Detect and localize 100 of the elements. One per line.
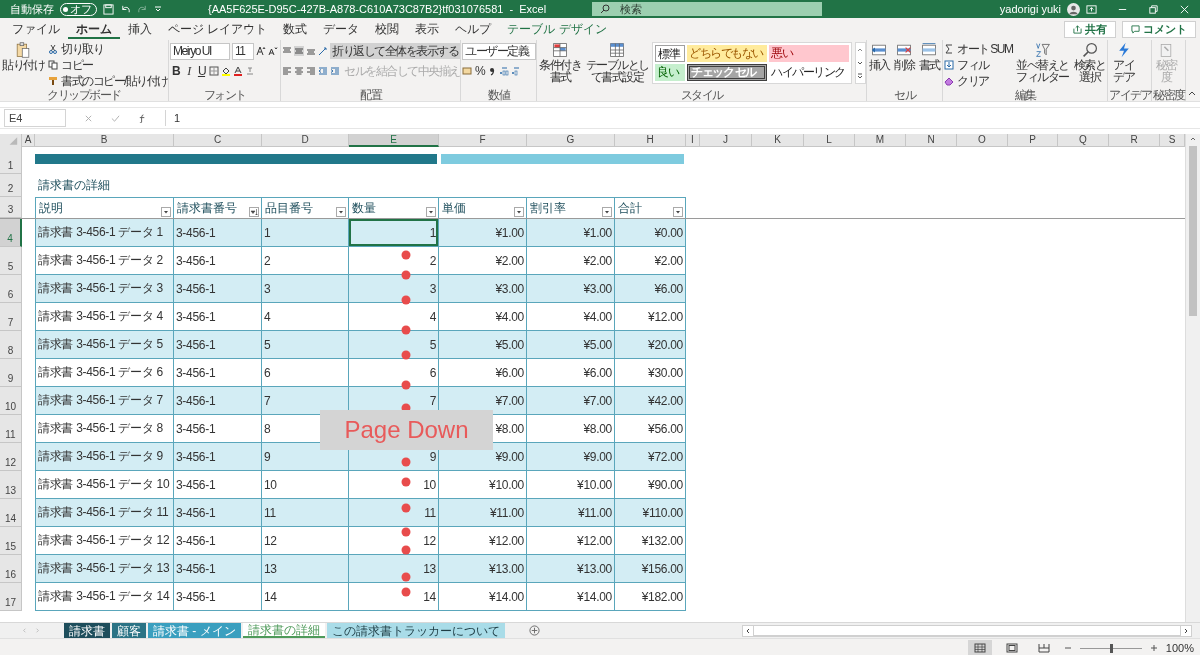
column-header[interactable]: S bbox=[1160, 134, 1185, 147]
column-header[interactable]: P bbox=[1008, 134, 1058, 147]
avatar-icon[interactable] bbox=[1067, 2, 1080, 16]
row-header[interactable]: 8 bbox=[0, 331, 22, 359]
undo-icon[interactable] bbox=[120, 3, 131, 15]
column-header[interactable]: F bbox=[439, 134, 527, 147]
row-header[interactable]: 3 bbox=[0, 197, 22, 218]
bottom-align-icon[interactable] bbox=[306, 46, 316, 56]
search-field[interactable]: 検索 bbox=[592, 2, 823, 16]
scrollbar-thumb[interactable] bbox=[1189, 146, 1197, 316]
formula-field[interactable]: 1 bbox=[165, 110, 1196, 126]
column-header[interactable]: G bbox=[527, 134, 615, 147]
cell-style-option[interactable]: 良い bbox=[655, 64, 685, 81]
column-header[interactable]: L bbox=[804, 134, 855, 147]
ribbon-tab[interactable]: ホーム bbox=[68, 19, 120, 39]
comma-style-icon[interactable] bbox=[487, 66, 497, 76]
sort-filter-button[interactable]: 並べ替えとフィルター bbox=[1015, 42, 1070, 89]
more-icon[interactable] bbox=[856, 72, 864, 81]
delete-button[interactable]: 削除 bbox=[893, 42, 915, 89]
scroll-down-icon[interactable] bbox=[856, 59, 864, 67]
horizontal-scrollbar[interactable] bbox=[742, 624, 1192, 637]
ribbon-tab[interactable]: ファイル bbox=[4, 19, 68, 39]
row-header[interactable]: 10 bbox=[0, 387, 22, 415]
sheet-tab[interactable]: 請求書の詳細 bbox=[242, 623, 325, 638]
ideas-button[interactable]: アイデア bbox=[1109, 42, 1139, 89]
autosum-button[interactable]: オート SUM bbox=[944, 42, 1013, 56]
row-header[interactable]: 9 bbox=[0, 359, 22, 387]
vertical-scrollbar[interactable] bbox=[1185, 134, 1200, 622]
restore-icon[interactable] bbox=[1148, 3, 1159, 15]
column-header[interactable]: E bbox=[349, 134, 439, 147]
filter-button[interactable] bbox=[673, 207, 683, 217]
ribbon-tab[interactable]: テーブル デザイン bbox=[499, 19, 615, 39]
orientation-icon[interactable] bbox=[318, 46, 328, 56]
row-header[interactable]: 5 bbox=[0, 247, 22, 275]
conditional-formatting-button[interactable]: 条件付き書式 bbox=[538, 42, 582, 89]
clear-button[interactable]: クリア bbox=[944, 74, 989, 88]
filter-button[interactable] bbox=[161, 207, 171, 217]
column-header[interactable]: D bbox=[262, 134, 349, 147]
filter-button[interactable] bbox=[514, 207, 524, 217]
customize-caret-icon[interactable] bbox=[154, 5, 162, 13]
fill-color-icon[interactable] bbox=[221, 66, 231, 76]
currency-icon[interactable] bbox=[462, 66, 472, 76]
font-color-icon[interactable] bbox=[233, 66, 243, 76]
column-header[interactable]: H bbox=[615, 134, 686, 147]
paste-button[interactable]: 貼り付け bbox=[1, 42, 45, 89]
font-name-field[interactable]: Meiryo UI bbox=[170, 42, 230, 60]
ribbon-tab[interactable]: 挿入 bbox=[120, 19, 160, 39]
cell-style-option[interactable]: どちらでもない bbox=[687, 45, 767, 62]
normal-view-button[interactable] bbox=[967, 640, 992, 655]
column-header[interactable]: Q bbox=[1058, 134, 1109, 147]
font-size-field[interactable]: 11 bbox=[232, 42, 254, 60]
bold-button[interactable]: B bbox=[170, 64, 181, 78]
share-button[interactable]: 共有 bbox=[1064, 20, 1116, 38]
find-select-button[interactable]: 検索と選択 bbox=[1072, 42, 1107, 89]
zoom-slider[interactable] bbox=[1109, 643, 1113, 653]
number-format-field[interactable]: ユーザー定義 bbox=[462, 42, 536, 60]
sorted-filter-button[interactable] bbox=[249, 207, 259, 217]
collapse-ribbon-icon[interactable] bbox=[1188, 89, 1196, 97]
comments-button[interactable]: コメント bbox=[1122, 20, 1196, 38]
top-align-icon[interactable] bbox=[282, 46, 292, 56]
sheet-tab[interactable]: 顧客 bbox=[112, 623, 146, 638]
decrease-decimal-icon[interactable] bbox=[511, 66, 521, 76]
column-header[interactable]: B bbox=[35, 134, 174, 147]
row-header[interactable]: 1 bbox=[0, 147, 22, 174]
ribbon-tab[interactable]: 校閲 bbox=[367, 19, 408, 39]
sheet-tab[interactable]: 請求書 bbox=[64, 623, 110, 638]
column-header[interactable]: R bbox=[1109, 134, 1160, 147]
percent-button[interactable]: % bbox=[474, 64, 485, 78]
format-as-table-button[interactable]: テーブルとして書式設定 bbox=[585, 42, 649, 89]
close-icon[interactable] bbox=[1179, 3, 1190, 15]
align-right-icon[interactable] bbox=[306, 66, 316, 76]
format-button[interactable]: 書式 bbox=[918, 42, 940, 89]
underline-button[interactable]: U bbox=[196, 64, 207, 78]
filter-button[interactable] bbox=[336, 207, 346, 217]
cell-style-option[interactable]: 悪い bbox=[769, 45, 849, 62]
copy-button[interactable]: コピー bbox=[48, 58, 93, 72]
increase-indent-icon[interactable] bbox=[330, 66, 340, 76]
row-header[interactable]: 16 bbox=[0, 555, 22, 583]
row-header[interactable]: 15 bbox=[0, 527, 22, 555]
decrease-indent-icon[interactable] bbox=[318, 66, 328, 76]
ribbon-tab[interactable]: ページ レイアウト bbox=[160, 19, 276, 39]
column-header[interactable]: K bbox=[752, 134, 804, 147]
add-sheet-icon[interactable] bbox=[528, 625, 540, 636]
insert-function-icon[interactable] bbox=[138, 113, 147, 123]
align-center-icon[interactable] bbox=[294, 66, 304, 76]
ribbon-tab[interactable]: ヘルプ bbox=[447, 19, 500, 39]
ribbon-tab[interactable]: 数式 bbox=[275, 19, 316, 39]
ribbon-tab[interactable]: データ bbox=[315, 19, 368, 39]
zoom-in-icon[interactable] bbox=[1149, 644, 1158, 652]
column-header[interactable]: C bbox=[174, 134, 262, 147]
row-header[interactable]: 2 bbox=[0, 174, 22, 197]
row-header[interactable]: 6 bbox=[0, 275, 22, 303]
row-header[interactable]: 12 bbox=[0, 443, 22, 471]
row-header[interactable]: 17 bbox=[0, 583, 22, 611]
row-header[interactable]: 14 bbox=[0, 499, 22, 527]
zoom-level[interactable]: 100% bbox=[1165, 642, 1194, 654]
italic-button[interactable]: I bbox=[183, 64, 194, 78]
fill-button[interactable]: フィル bbox=[944, 58, 989, 72]
save-icon[interactable] bbox=[103, 3, 114, 15]
column-header[interactable]: M bbox=[855, 134, 906, 147]
